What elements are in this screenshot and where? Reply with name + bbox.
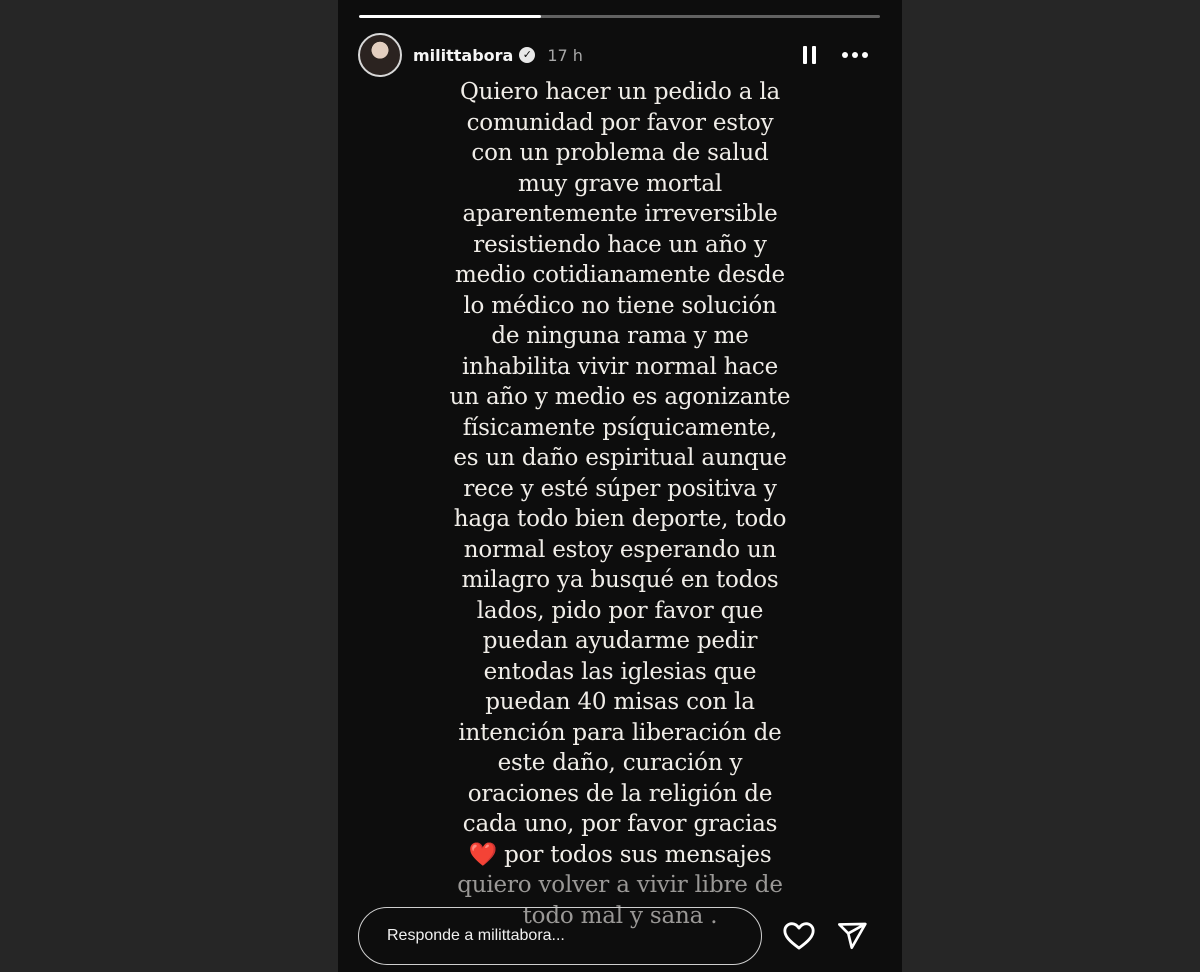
story-viewer[interactable]: milittabora ✓ 17 h Quiero hacer un pedid… (338, 0, 902, 972)
story-progress-bar (359, 15, 880, 18)
post-time: 17 h (547, 45, 583, 65)
page-background: milittabora ✓ 17 h Quiero hacer un pedid… (0, 0, 1200, 972)
story-text-line: rece y esté súper positiva y (463, 475, 777, 502)
story-text: Quiero hacer un pedido a la comunidad por… (378, 77, 862, 931)
heart-outline-icon[interactable] (782, 919, 816, 953)
story-text-line: entodas las iglesias que (483, 658, 757, 685)
story-text-line: puedan 40 misas con la (485, 689, 755, 715)
story-header: milittabora ✓ 17 h (358, 33, 882, 77)
pause-icon[interactable] (803, 46, 816, 64)
story-text-line: aparentemente irreversible (462, 201, 778, 227)
red-heart-emoji: ❤️ (468, 841, 498, 868)
story-footer (358, 907, 868, 965)
story-text-line: físicamente psíquicamente, (462, 414, 778, 441)
story-text-line: haga todo bien deporte, todo (453, 506, 787, 532)
verified-badge-icon: ✓ (519, 47, 536, 63)
story-text-line: medio cotidianamente desde (455, 262, 785, 288)
story-text-line: milagro ya busqué en todos (461, 567, 779, 593)
more-options-icon[interactable] (842, 52, 868, 58)
story-text-line: resistiendo hace un año y (473, 231, 767, 258)
story-text-line: Quiero hacer un pedido a la (459, 79, 781, 105)
story-text-line: muy grave mortal (517, 170, 723, 197)
story-text-line: lo médico no tiene solución (463, 292, 777, 319)
story-text-line: cada uno, por favor gracias (462, 811, 778, 837)
story-text-line: oraciones de la religión de (467, 780, 773, 807)
story-text-line: normal estoy esperando un (463, 536, 777, 563)
story-text-line: inhabilita vivir normal hace (461, 353, 779, 380)
story-text-line: comunidad por favor estoy (466, 109, 774, 136)
story-text-line: lados, pido por favor que (476, 597, 764, 624)
story-text-line: es un daño espiritual aunque (453, 445, 787, 471)
story-text-line: de ninguna rama y me (491, 323, 749, 349)
story-text-line: con un problema de salud (471, 140, 769, 166)
story-text-fragment: por todos sus mensajes (497, 841, 772, 868)
username[interactable]: milittabora (413, 46, 513, 65)
story-text-line: un año y medio es agonizante (449, 384, 791, 410)
story-text-line: intención para liberación de (458, 719, 782, 746)
reply-input[interactable] (358, 907, 762, 965)
story-text-line: quiero volver a vivir libre de (457, 872, 783, 898)
send-icon[interactable] (836, 920, 868, 952)
story-text-line: ❤️ por todos sus mensajes (378, 840, 862, 871)
story-progress-fill (359, 15, 542, 18)
avatar[interactable] (358, 33, 402, 77)
story-text-line: este daño, curación y (497, 750, 743, 776)
story-text-line: puedan ayudarme pedir (482, 628, 758, 654)
